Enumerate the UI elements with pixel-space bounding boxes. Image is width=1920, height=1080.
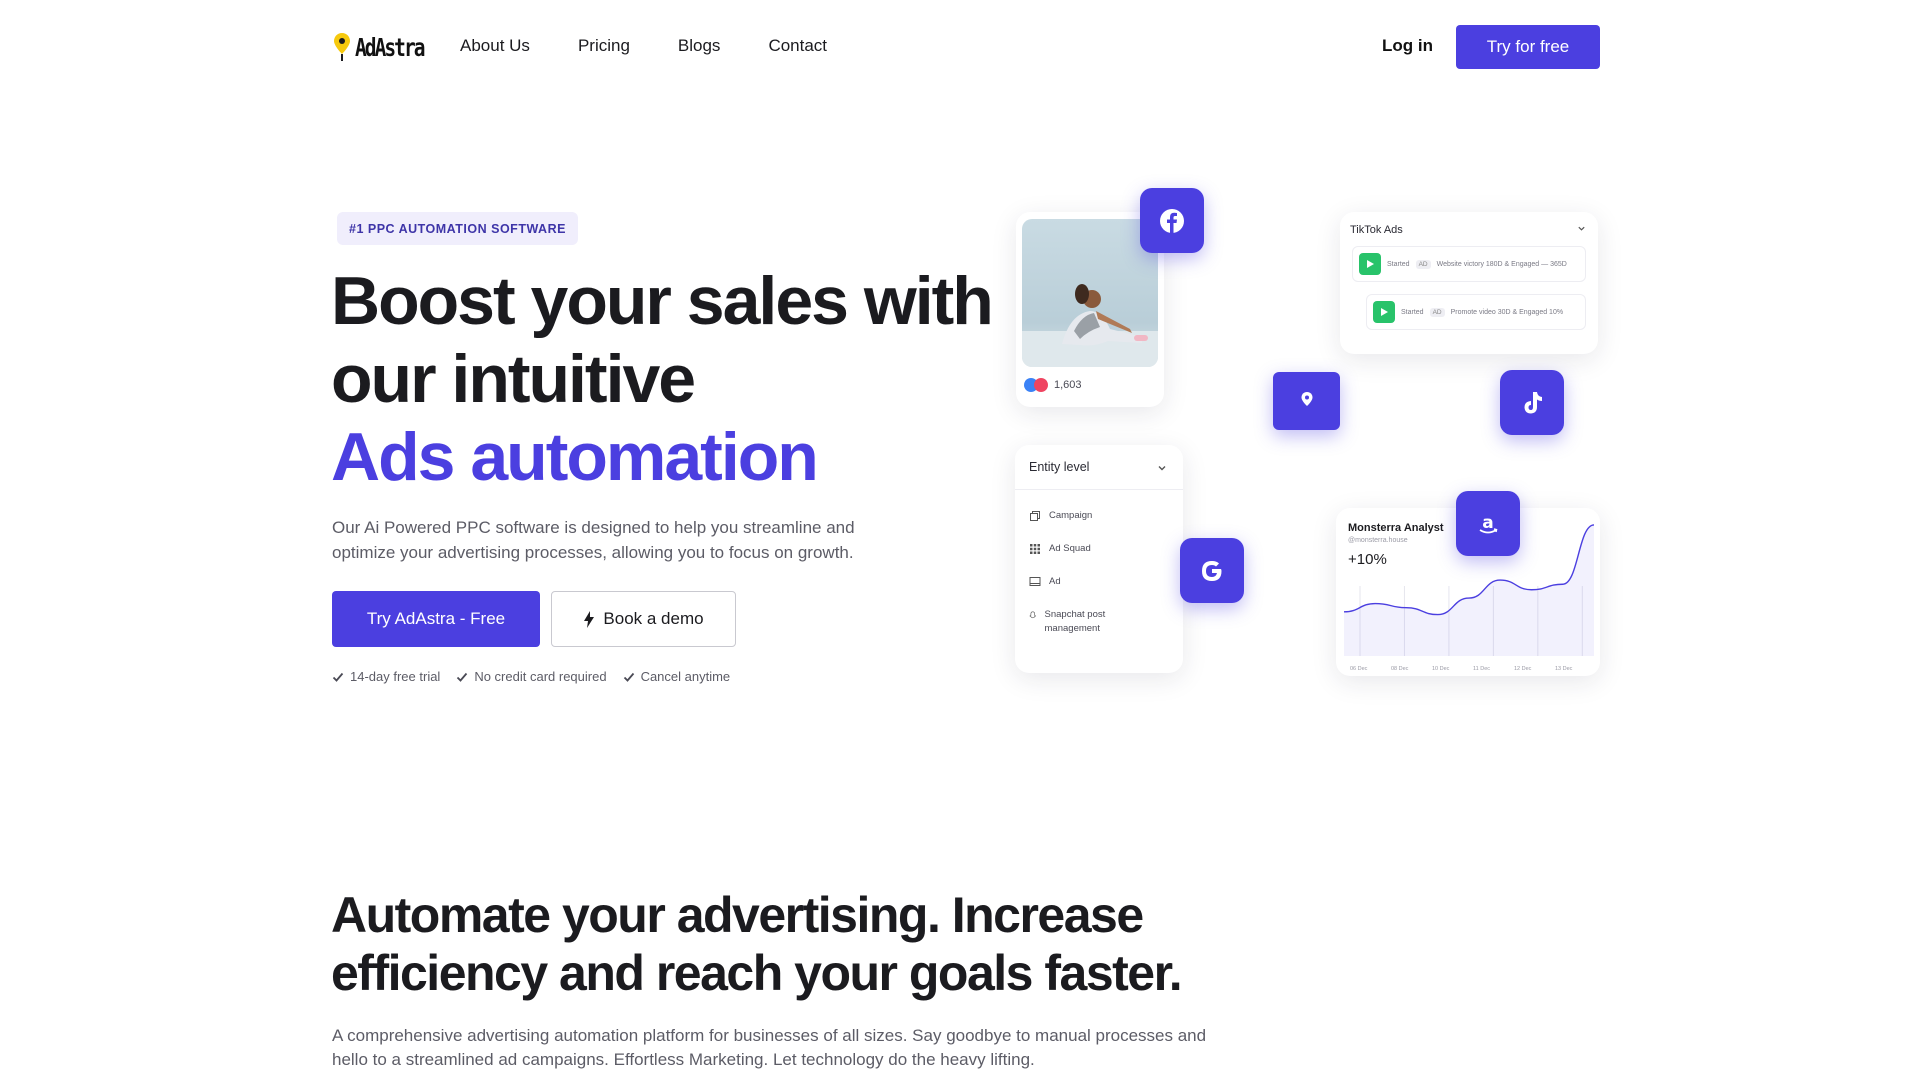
play-icon (1359, 253, 1381, 275)
try-adastra-free-button[interactable]: Try AdAstra - Free (332, 591, 540, 647)
check-icon (623, 672, 634, 682)
check-icon (457, 672, 468, 682)
chevron-down-icon[interactable] (1157, 463, 1167, 473)
section-2-subtitle: A comprehensive advertising automation p… (332, 1026, 1207, 1069)
nav-link-about-us[interactable]: About Us (460, 36, 530, 56)
lightning-icon (584, 610, 595, 628)
check-icon (332, 672, 344, 682)
perks-list: 14-day free trial No credit card require… (332, 669, 730, 684)
pin-tile (1273, 372, 1340, 430)
login-link[interactable]: Log in (1382, 36, 1433, 56)
snapchat-ghost-icon (1029, 611, 1037, 619)
book-demo-button[interactable]: Book a demo (551, 591, 736, 647)
tiktok-ad-row[interactable]: Started AD Promote video 30D & Engaged 1… (1366, 294, 1586, 330)
entity-option-label: Campaign (1049, 510, 1093, 521)
perk-item: 14-day free trial (332, 669, 440, 684)
entity-option-ad[interactable]: Ad (1029, 575, 1061, 589)
entity-option-label: Snapchat post management (1044, 609, 1106, 634)
perk-item: No credit card required (456, 669, 607, 684)
tiktok-ads-card: TikTok Ads Started AD Website victory 18… (1340, 212, 1598, 354)
nav-links: About Us Pricing Blogs Contact (460, 36, 827, 56)
top-navigation: AdAstra About Us Pricing Blogs Contact L… (0, 0, 1920, 96)
svg-text:a: a (1482, 513, 1493, 533)
row-text: Website victory 180D & Engaged — 365D (1436, 260, 1567, 268)
row-tag: AD (1429, 307, 1445, 317)
chart-x-label: 10 Dec (1432, 666, 1450, 672)
entity-level-card: Entity level Campaign Ad Squad Ad Snapch… (1015, 445, 1183, 673)
row-status: Started (1387, 260, 1410, 268)
hero-badge: #1 PPC AUTOMATION SOFTWARE (337, 212, 578, 245)
perk-label: No credit card required (474, 669, 607, 684)
post-photo (1022, 219, 1158, 367)
amazon-tile: a (1456, 491, 1520, 556)
copy-icon (1030, 511, 1040, 521)
logo[interactable]: AdAstra (333, 32, 443, 62)
google-icon (1202, 560, 1222, 581)
pin-icon (1301, 392, 1312, 406)
entity-level-title: Entity level (1029, 460, 1090, 474)
entity-option-snapchat[interactable]: Snapchat post management (1029, 608, 1119, 636)
chart-x-label: 08 Dec (1391, 666, 1409, 672)
hero-subtitle: Our Ai Powered PPC software is designed … (332, 518, 855, 562)
row-text: Promote video 30D & Engaged 10% (1450, 308, 1564, 316)
section-2-title-line-2: efficiency and reach your goals faster. (331, 945, 1183, 1001)
monitor-icon (1029, 577, 1041, 586)
chart-x-label: 06 Dec (1350, 666, 1368, 672)
tiktok-icon (1524, 391, 1542, 413)
tiktok-ad-row[interactable]: Started AD Website victory 180D & Engage… (1352, 246, 1586, 282)
entity-option-label: Ad Squad (1049, 543, 1091, 554)
google-tile (1180, 538, 1244, 603)
book-demo-label: Book a demo (603, 609, 704, 628)
perk-item: Cancel anytime (623, 669, 731, 684)
entity-option-campaign[interactable]: Campaign (1029, 509, 1092, 523)
hero-headline: Boost your sales with our intuitive Ads … (331, 262, 1031, 496)
chart-x-label: 12 Dec (1514, 666, 1532, 672)
heart-icon (1034, 378, 1048, 392)
headline-line-2: our intuitive (331, 341, 696, 417)
entity-option-label: Ad (1049, 576, 1061, 587)
section-2-title: Automate your advertising. Increase effi… (331, 886, 1231, 1002)
grid-icon (1030, 544, 1040, 554)
headline-line-1: Boost your sales with (331, 263, 994, 339)
section-2-title-line-1: Automate your advertising. Increase (331, 887, 1144, 943)
entity-option-ad-squad[interactable]: Ad Squad (1029, 542, 1091, 556)
headline-accent: Ads automation (331, 419, 819, 495)
perk-label: 14-day free trial (350, 669, 441, 684)
chevron-down-icon[interactable] (1577, 224, 1586, 233)
location-pin-icon (334, 33, 350, 61)
perk-label: Cancel anytime (640, 669, 731, 684)
row-status: Started (1401, 308, 1424, 316)
try-for-free-button[interactable]: Try for free (1456, 25, 1600, 69)
chart-x-label: 11 Dec (1473, 666, 1490, 672)
tiktok-tile (1500, 370, 1564, 435)
amazon-icon: a (1479, 513, 1498, 533)
tiktok-card-title: TikTok Ads (1350, 224, 1403, 236)
play-icon (1373, 301, 1395, 323)
yoga-figure-illustration (1022, 284, 1158, 367)
nav-link-contact[interactable]: Contact (768, 36, 827, 56)
nav-link-blogs[interactable]: Blogs (678, 36, 721, 56)
chart-x-label: 13 Dec (1555, 666, 1573, 672)
facebook-tile (1140, 188, 1204, 253)
reaction-count: 1,603 (1054, 379, 1082, 391)
reactions-bar: 1,603 (1024, 378, 1082, 392)
facebook-icon (1160, 208, 1184, 233)
logo-text: AdAstra (355, 32, 425, 62)
nav-link-pricing[interactable]: Pricing (578, 36, 630, 56)
row-tag: AD (1415, 259, 1431, 269)
